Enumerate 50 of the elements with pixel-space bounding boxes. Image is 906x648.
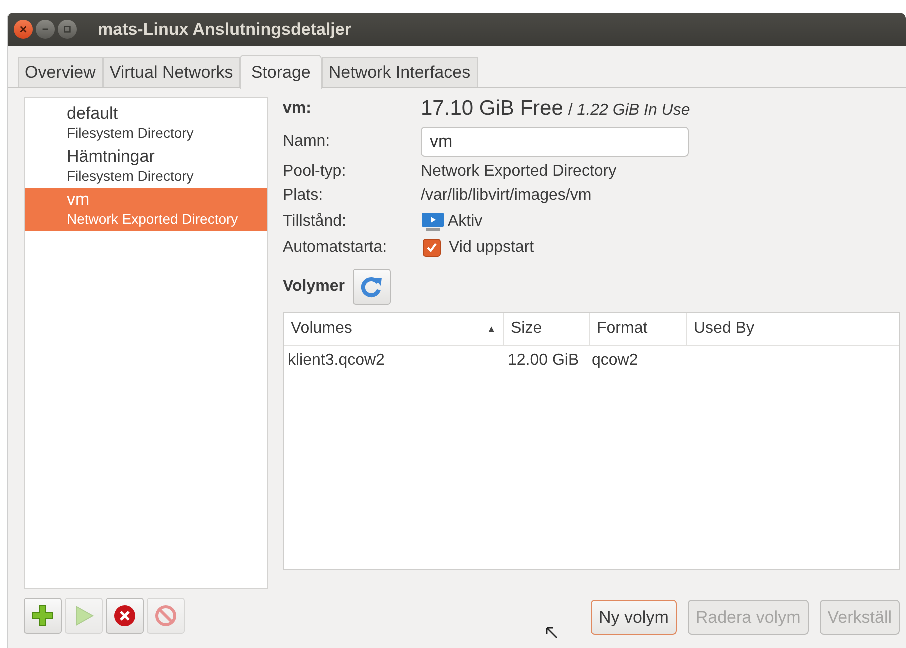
pool-name: Hämtningar — [67, 147, 156, 167]
pool-type-value: Network Exported Directory — [421, 163, 618, 181]
field-label: Automatstarta: — [283, 239, 388, 257]
stop-button[interactable] — [106, 598, 144, 634]
section-heading: Volymer — [283, 278, 345, 296]
monitor-icon — [421, 211, 445, 233]
table-cell-text: qcow2 — [591, 352, 640, 370]
refresh-icon — [360, 275, 384, 299]
sort-indicator: ▲ — [487, 324, 496, 334]
autostart-text: Vid uppstart — [449, 239, 534, 257]
tab[interactable]: Network Interfaces — [322, 57, 478, 87]
pool-item[interactable]: Hämtningar Filesystem Directory — [25, 145, 267, 188]
field-label: Pool-typ: — [283, 163, 348, 181]
stop-icon — [113, 604, 137, 628]
pool-name: vm — [67, 190, 91, 210]
pool-type: Filesystem Directory — [67, 124, 195, 142]
location-value: /var/lib/libvirt/images/vm — [421, 187, 593, 205]
plus-icon — [31, 604, 55, 628]
prohibited-icon — [154, 604, 178, 628]
pool-label: vm: — [283, 100, 312, 118]
pool-item[interactable]: default Filesystem Directory — [25, 102, 267, 145]
action-button[interactable]: Ny volym — [590, 600, 677, 635]
table-cell-text: 12.00 GiB — [507, 352, 580, 370]
field-label: Namn: — [283, 133, 332, 151]
add-button[interactable] — [24, 598, 62, 634]
pool-name: default — [67, 104, 120, 124]
field-label: Tillstånd: — [283, 213, 348, 231]
column-header[interactable]: Used By — [687, 313, 899, 345]
window-title: mats-Linux Anslutningsdetaljer — [98, 20, 352, 40]
name-field[interactable]: vm — [421, 127, 689, 157]
autostart-checkbox[interactable] — [423, 239, 441, 257]
free-space: 17.10 GiB Free — [421, 97, 564, 121]
tab[interactable]: Virtual Networks — [102, 57, 240, 87]
tab[interactable]: Storage — [240, 55, 322, 89]
close-icon[interactable] — [14, 20, 33, 39]
field-label: Plats: — [283, 187, 324, 205]
state-value: Aktiv — [448, 213, 483, 231]
pool-type: Network Exported Directory — [67, 210, 240, 228]
column-header[interactable]: Format — [590, 313, 687, 345]
table-cell-text: klient3.qcow2 — [287, 352, 386, 370]
refresh-button[interactable] — [352, 269, 391, 305]
minimize-icon[interactable] — [36, 20, 55, 39]
tab[interactable]: Overview — [18, 57, 103, 87]
column-header[interactable]: Volumes ▲ — [284, 313, 504, 345]
pool-type: Filesystem Directory — [67, 167, 195, 185]
column-header[interactable]: Size — [504, 313, 590, 345]
maximize-icon[interactable] — [58, 20, 77, 39]
checkmark-icon — [425, 241, 439, 255]
cursor-icon — [546, 627, 558, 639]
used-space: / 1.22 GiB In Use — [568, 102, 690, 120]
